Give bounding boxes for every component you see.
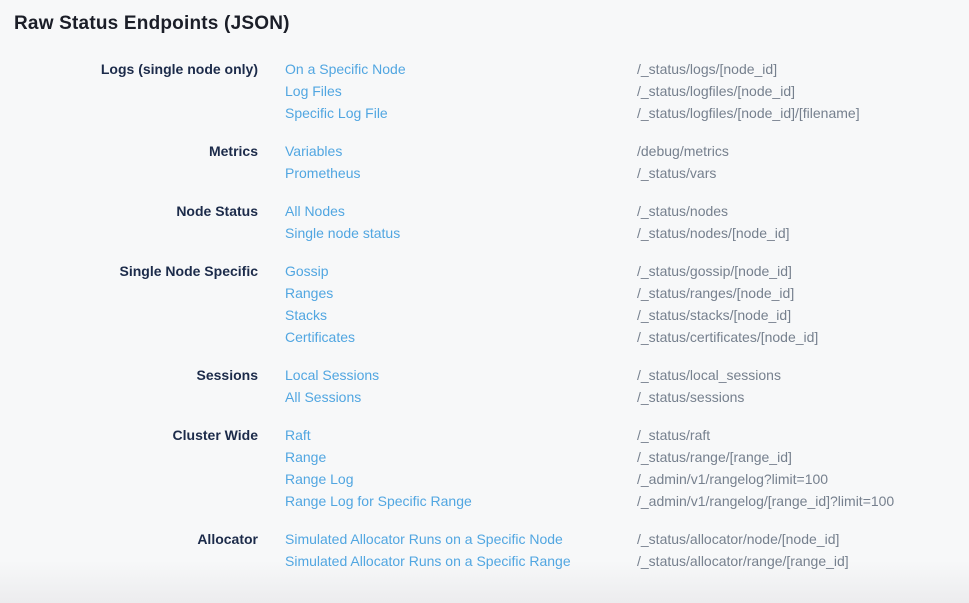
endpoint-group: Logs (single node only) On a Specific Nod… [14, 58, 955, 124]
endpoint-row: Stacks/_status/stacks/[node_id] [285, 304, 818, 326]
endpoint-path: /_status/stacks/[node_id] [637, 304, 791, 326]
endpoint-row: Gossip/_status/gossip/[node_id] [285, 260, 818, 282]
endpoint-link[interactable]: Range Log [285, 468, 637, 490]
endpoint-path: /_status/allocator/range/[range_id] [637, 550, 849, 572]
endpoint-row: On a Specific Node/_status/logs/[node_id… [285, 58, 860, 80]
endpoint-path: /_status/ranges/[node_id] [637, 282, 794, 304]
endpoint-entry-list: On a Specific Node/_status/logs/[node_id… [285, 58, 860, 124]
endpoint-path: /debug/metrics [637, 140, 729, 162]
endpoint-path: /_status/certificates/[node_id] [637, 326, 818, 348]
endpoint-path: /_status/raft [637, 424, 710, 446]
endpoint-entry-list: Variables/debug/metricsPrometheus/_statu… [285, 140, 729, 184]
endpoint-link[interactable]: Single node status [285, 222, 637, 244]
endpoint-link[interactable]: Range Log for Specific Range [285, 490, 637, 512]
endpoint-group: Node Status All Nodes/_status/nodesSingle… [14, 200, 955, 244]
endpoint-link[interactable]: Variables [285, 140, 637, 162]
endpoint-entry-list: All Nodes/_status/nodesSingle node statu… [285, 200, 790, 244]
endpoint-link[interactable]: Range [285, 446, 637, 468]
endpoint-link[interactable]: Gossip [285, 260, 637, 282]
endpoint-path: /_status/allocator/node/[node_id] [637, 528, 839, 550]
endpoint-path: /_status/logfiles/[node_id]/[filename] [637, 102, 860, 124]
endpoint-row: Range Log/_admin/v1/rangelog?limit=100 [285, 468, 894, 490]
endpoint-row: Ranges/_status/ranges/[node_id] [285, 282, 818, 304]
endpoint-link[interactable]: Simulated Allocator Runs on a Specific R… [285, 550, 637, 572]
endpoint-link[interactable]: Raft [285, 424, 637, 446]
page-title: Raw Status Endpoints (JSON) [14, 12, 955, 36]
endpoint-group: Sessions Local Sessions/_status/local_ses… [14, 364, 955, 408]
category-label: Sessions [14, 364, 258, 408]
endpoint-row: Single node status/_status/nodes/[node_i… [285, 222, 790, 244]
endpoint-entry-list: Simulated Allocator Runs on a Specific N… [285, 528, 849, 572]
endpoint-path: /_status/gossip/[node_id] [637, 260, 792, 282]
endpoint-path: /_status/sessions [637, 386, 744, 408]
endpoint-groups: Logs (single node only) On a Specific Nod… [14, 58, 955, 572]
category-label: Cluster Wide [14, 424, 258, 512]
endpoint-row: Local Sessions/_status/local_sessions [285, 364, 781, 386]
endpoint-link[interactable]: On a Specific Node [285, 58, 637, 80]
endpoint-group: Metrics Variables/debug/metricsPrometheus… [14, 140, 955, 184]
category-label: Allocator [14, 528, 258, 572]
endpoint-entry-list: Gossip/_status/gossip/[node_id]Ranges/_s… [285, 260, 818, 348]
endpoint-row: Certificates/_status/certificates/[node_… [285, 326, 818, 348]
debug-page: Raw Status Endpoints (JSON) Logs (single… [0, 0, 969, 572]
endpoint-group: Single Node Specific Gossip/_status/gossi… [14, 260, 955, 348]
endpoint-link[interactable]: All Nodes [285, 200, 637, 222]
endpoint-path: /_status/vars [637, 162, 716, 184]
endpoint-row: All Nodes/_status/nodes [285, 200, 790, 222]
endpoint-row: All Sessions/_status/sessions [285, 386, 781, 408]
endpoint-link[interactable]: Log Files [285, 80, 637, 102]
endpoint-link[interactable]: Prometheus [285, 162, 637, 184]
category-label: Logs (single node only) [14, 58, 258, 124]
endpoint-path: /_status/logs/[node_id] [637, 58, 777, 80]
endpoint-link[interactable]: Stacks [285, 304, 637, 326]
endpoint-link[interactable]: Simulated Allocator Runs on a Specific N… [285, 528, 637, 550]
endpoint-link[interactable]: Specific Log File [285, 102, 637, 124]
endpoint-entry-list: Local Sessions/_status/local_sessionsAll… [285, 364, 781, 408]
endpoint-row: Specific Log File/_status/logfiles/[node… [285, 102, 860, 124]
endpoint-group: Cluster Wide Raft/_status/raftRange/_stat… [14, 424, 955, 512]
category-label: Single Node Specific [14, 260, 258, 348]
endpoint-row: Raft/_status/raft [285, 424, 894, 446]
endpoint-row: Range/_status/range/[range_id] [285, 446, 894, 468]
endpoint-link[interactable]: Ranges [285, 282, 637, 304]
endpoint-path: /_status/nodes/[node_id] [637, 222, 790, 244]
endpoint-path: /_admin/v1/rangelog/[range_id]?limit=100 [637, 490, 894, 512]
endpoint-row: Variables/debug/metrics [285, 140, 729, 162]
endpoint-path: /_status/nodes [637, 200, 728, 222]
endpoint-row: Log Files/_status/logfiles/[node_id] [285, 80, 860, 102]
endpoint-link[interactable]: Certificates [285, 326, 637, 348]
endpoint-row: Simulated Allocator Runs on a Specific N… [285, 528, 849, 550]
endpoint-row: Prometheus/_status/vars [285, 162, 729, 184]
endpoint-link[interactable]: Local Sessions [285, 364, 637, 386]
endpoint-path: /_admin/v1/rangelog?limit=100 [637, 468, 828, 490]
category-label: Node Status [14, 200, 258, 244]
endpoint-group: Allocator Simulated Allocator Runs on a S… [14, 528, 955, 572]
endpoint-path: /_status/range/[range_id] [637, 446, 792, 468]
category-label: Metrics [14, 140, 258, 184]
endpoint-link[interactable]: All Sessions [285, 386, 637, 408]
endpoint-entry-list: Raft/_status/raftRange/_status/range/[ra… [285, 424, 894, 512]
endpoint-row: Simulated Allocator Runs on a Specific R… [285, 550, 849, 572]
endpoint-path: /_status/logfiles/[node_id] [637, 80, 795, 102]
endpoint-row: Range Log for Specific Range/_admin/v1/r… [285, 490, 894, 512]
endpoint-path: /_status/local_sessions [637, 364, 781, 386]
